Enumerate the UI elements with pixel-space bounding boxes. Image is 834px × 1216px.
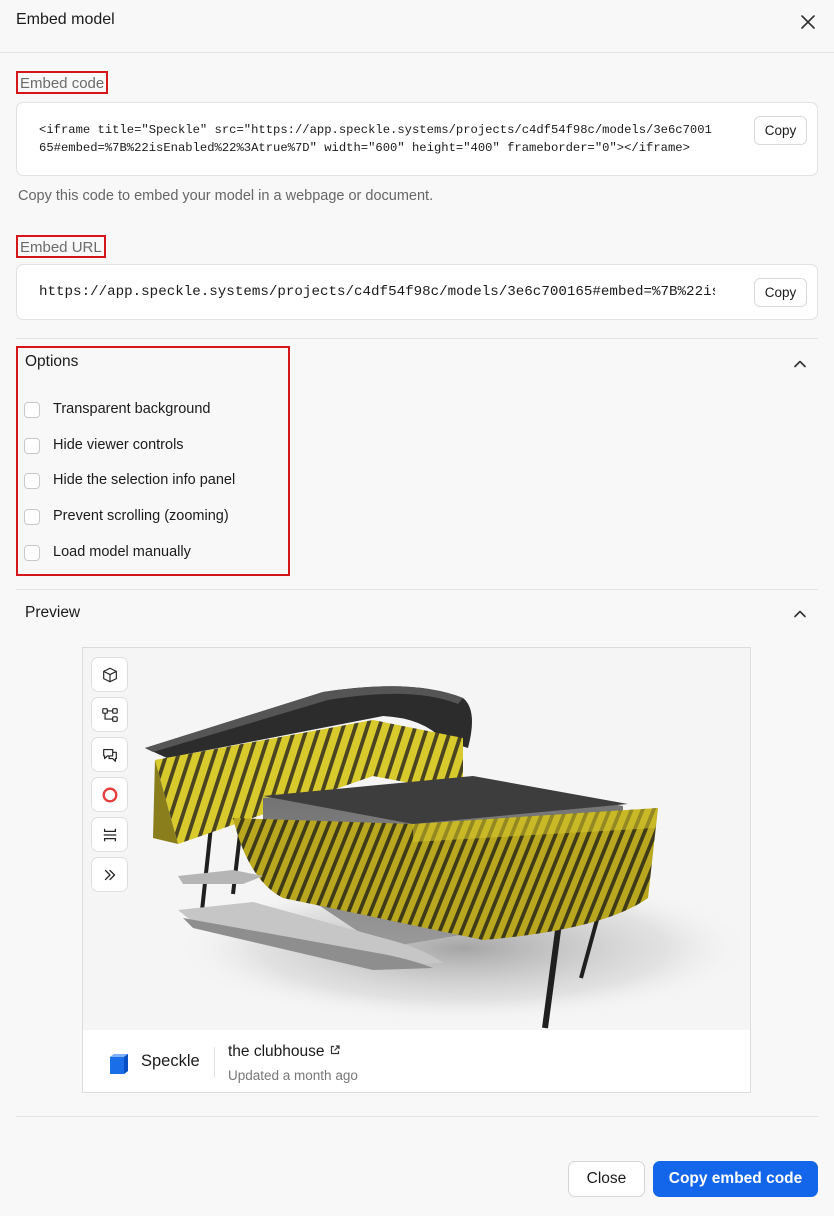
option-label: Load model manually	[53, 544, 191, 560]
model-tree-icon	[101, 707, 118, 722]
dialog-header: Embed model	[0, 0, 834, 53]
preview-title: Preview	[25, 604, 81, 621]
viewer-tool-button[interactable]	[91, 857, 128, 892]
divider	[16, 338, 818, 339]
section-box-icon	[103, 828, 116, 841]
embed-url-label: Embed URL	[16, 235, 106, 258]
chevron-up-icon[interactable]	[790, 604, 810, 624]
copy-embed-code-button[interactable]: Copy	[754, 116, 807, 145]
close-button[interactable]: Close	[568, 1161, 645, 1197]
embed-preview: Speckle the clubhouse Updated a month ag…	[82, 647, 751, 1093]
model-name-link[interactable]: the clubhouse	[228, 1043, 341, 1061]
options-title: Options	[25, 353, 79, 370]
checkbox[interactable]	[24, 545, 40, 561]
checkbox[interactable]	[24, 473, 40, 489]
viewer-tool-button[interactable]	[91, 657, 128, 692]
option-label: Hide viewer controls	[53, 437, 184, 453]
expand-chevrons-icon	[104, 869, 115, 880]
embed-code-line-1[interactable]: <iframe title="Speckle" src="https://app…	[39, 123, 712, 137]
brand-name: Speckle	[141, 1052, 200, 1070]
dialog-title: Embed model	[16, 11, 115, 28]
close-icon[interactable]	[796, 10, 820, 34]
embed-code-label: Embed code	[16, 71, 109, 94]
embed-code-helper-text: Copy this code to embed your model in a …	[18, 188, 434, 204]
option-label: Transparent background	[53, 401, 211, 417]
checkbox[interactable]	[24, 402, 40, 418]
embed-code-box: <iframe title="Speckle" src="https://app…	[16, 102, 818, 176]
copy-embed-url-button[interactable]: Copy	[754, 278, 807, 307]
model-viewer[interactable]	[83, 648, 750, 1030]
building-model-render	[145, 686, 750, 1029]
checkbox[interactable]	[24, 509, 40, 525]
cube-icon	[102, 667, 117, 682]
model-name: the clubhouse	[228, 1043, 325, 1060]
divider	[16, 1116, 818, 1117]
checkbox[interactable]	[24, 438, 40, 454]
chevron-up-icon[interactable]	[790, 354, 810, 374]
option-label: Prevent scrolling (zooming)	[53, 508, 229, 524]
divider	[214, 1047, 215, 1077]
embed-url-value[interactable]: https://app.speckle.systems/projects/c4d…	[39, 284, 715, 300]
preview-footer: Speckle the clubhouse Updated a month ag…	[83, 1030, 750, 1092]
viewer-tool-button[interactable]	[91, 777, 128, 812]
speckle-logo-icon	[110, 1054, 128, 1074]
comments-icon	[102, 748, 117, 762]
copy-embed-code-primary-button[interactable]: Copy embed code	[653, 1161, 818, 1197]
divider	[16, 589, 818, 590]
embed-code-line-2[interactable]: 65#embed=%7B%22isEnabled%22%3Atrue%7D" w…	[39, 141, 690, 155]
option-label: Hide the selection info panel	[53, 472, 236, 488]
viewer-tool-button[interactable]	[91, 817, 128, 852]
options-highlight-frame	[16, 346, 290, 576]
record-icon	[102, 787, 117, 802]
viewer-tool-button[interactable]	[91, 737, 128, 772]
external-link-icon	[330, 1045, 340, 1055]
viewer-tool-button[interactable]	[91, 697, 128, 732]
model-updated-text: Updated a month ago	[228, 1068, 358, 1083]
embed-url-box: https://app.speckle.systems/projects/c4d…	[16, 264, 818, 320]
